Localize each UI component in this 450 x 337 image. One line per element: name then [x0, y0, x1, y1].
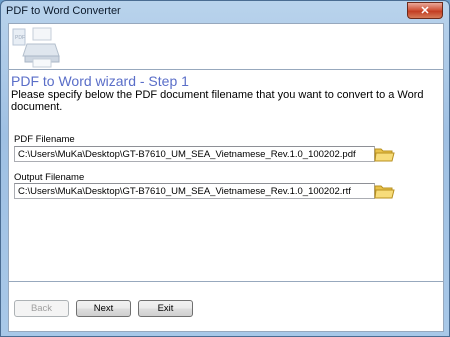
- output-filename-label: Output Filename: [14, 172, 85, 183]
- pdf-filename-input[interactable]: [14, 146, 375, 162]
- close-icon: ✕: [420, 5, 430, 17]
- exit-button[interactable]: Exit: [138, 300, 193, 317]
- title-bar[interactable]: PDF to Word Converter ✕: [1, 1, 449, 23]
- wizard-banner: PDF: [8, 23, 444, 69]
- pdf-filename-label: PDF Filename: [14, 134, 75, 145]
- back-button[interactable]: Back: [14, 300, 69, 317]
- svg-text:PDF: PDF: [15, 35, 25, 41]
- wizard-content: PDF to Word wizard - Step 1 Please speci…: [8, 69, 444, 282]
- wizard-title: PDF to Word wizard - Step 1: [11, 73, 189, 89]
- app-window: PDF to Word Converter ✕ PDF PDF to Word …: [0, 0, 450, 337]
- printer-icon: PDF: [12, 27, 60, 68]
- folder-icon: [374, 185, 395, 199]
- button-bar: Back Next Exit: [8, 282, 444, 332]
- close-button[interactable]: ✕: [407, 2, 443, 19]
- window-title: PDF to Word Converter: [6, 5, 121, 17]
- wizard-description: Please specify below the PDF document fi…: [11, 89, 424, 113]
- output-filename-input[interactable]: [14, 183, 375, 199]
- pdf-browse-button[interactable]: [373, 144, 395, 164]
- folder-icon: [374, 148, 395, 162]
- output-browse-button[interactable]: [373, 181, 395, 201]
- next-button[interactable]: Next: [76, 300, 131, 317]
